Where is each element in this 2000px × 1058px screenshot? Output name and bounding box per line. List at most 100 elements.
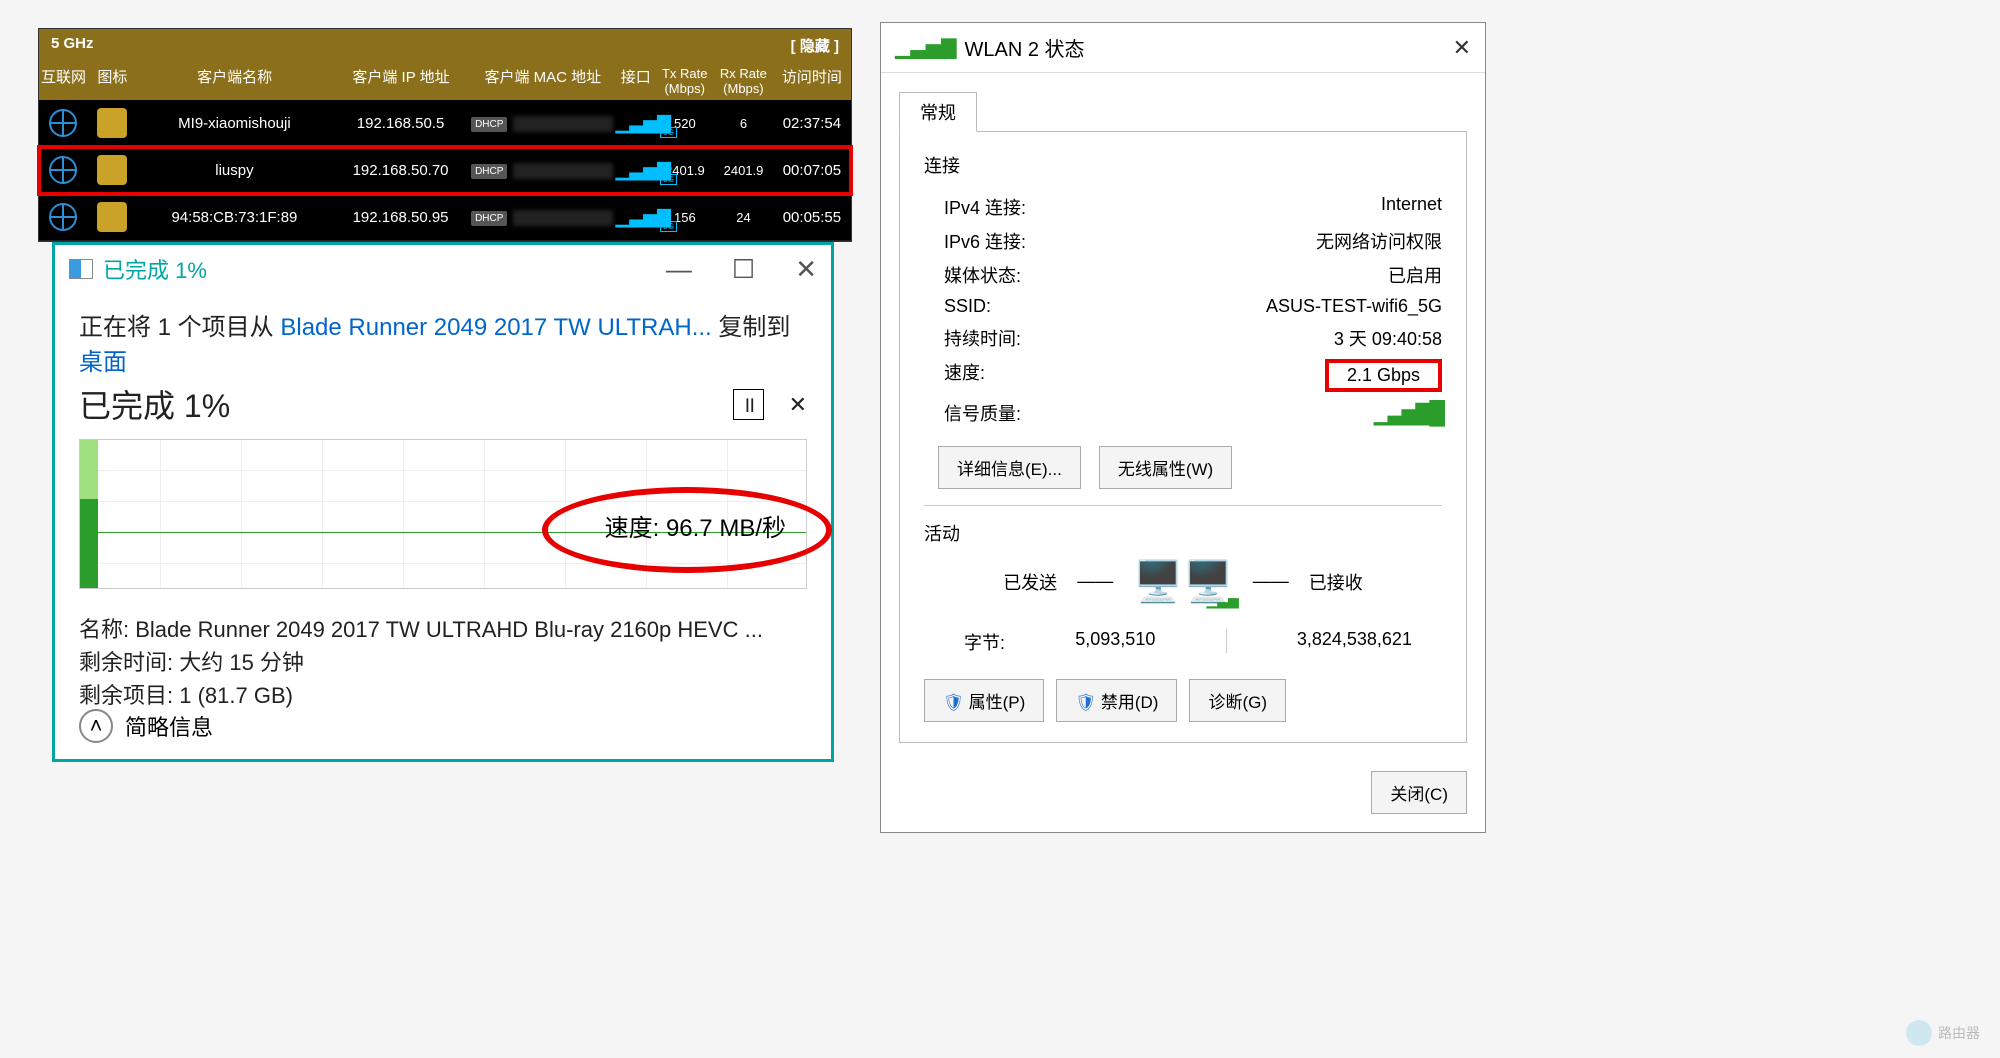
time-value: 大约 15 分钟 bbox=[179, 650, 304, 675]
items-label: 剩余项目: bbox=[79, 683, 179, 708]
chevron-up-icon: ˄ bbox=[79, 709, 113, 743]
recv-label: 已接收 bbox=[1309, 569, 1363, 595]
signal-icon: ▁▃▅▇5G bbox=[616, 113, 671, 134]
name-label: 名称: bbox=[79, 617, 135, 642]
ipv6-value: 无网络访问权限 bbox=[1316, 228, 1442, 254]
device-icon bbox=[97, 155, 127, 185]
client-name: MI9-xiaomishouji bbox=[137, 115, 332, 132]
duration-value: 3 天 09:40:58 bbox=[1334, 325, 1442, 351]
shield-icon: 🛡 bbox=[1075, 693, 1097, 712]
disable-button[interactable]: 🛡禁用(D) bbox=[1056, 679, 1177, 722]
disable-label: 禁用(D) bbox=[1101, 693, 1159, 712]
watermark-icon bbox=[1906, 1020, 1932, 1046]
divider bbox=[924, 505, 1442, 506]
brief-info-toggle[interactable]: 简略信息 bbox=[125, 710, 213, 742]
rx-rate: 2401.9 bbox=[714, 163, 773, 178]
ipv4-label: IPv4 连接: bbox=[944, 194, 1026, 220]
col-tx: Tx Rate (Mbps) bbox=[655, 66, 714, 96]
wlan-status-dialog: ▁▃▅▇ WLAN 2 状态 ✕ 常规 连接 IPv4 连接:Internet … bbox=[880, 22, 1486, 833]
speed-label: 速度: bbox=[944, 359, 985, 392]
pause-button[interactable]: ॥ bbox=[733, 389, 764, 420]
table-row[interactable]: MI9-xiaomishouji192.168.50.5DHCP▁▃▅▇5G52… bbox=[39, 100, 851, 147]
ipv4-value: Internet bbox=[1381, 194, 1442, 220]
signal-label: 信号质量: bbox=[944, 400, 1021, 426]
signal-icon: ▁▃▅▇5G bbox=[616, 160, 671, 181]
properties-button[interactable]: 🛡属性(P) bbox=[924, 679, 1044, 722]
hide-toggle[interactable]: [ 隐藏 ] bbox=[791, 35, 839, 56]
wlan-title: WLAN 2 状态 bbox=[965, 33, 1085, 62]
ssid-label: SSID: bbox=[944, 296, 991, 317]
close-dialog-button[interactable]: 关闭(C) bbox=[1371, 771, 1467, 814]
media-label: 媒体状态: bbox=[944, 262, 1021, 288]
props-label: 属性(P) bbox=[969, 693, 1026, 712]
activity-section: 活动 bbox=[924, 520, 1442, 546]
client-ip: 192.168.50.5 bbox=[332, 115, 469, 132]
media-value: 已启用 bbox=[1388, 262, 1442, 288]
device-icon bbox=[97, 202, 127, 232]
time-label: 剩余时间: bbox=[79, 650, 179, 675]
maximize-button[interactable]: ☐ bbox=[732, 254, 755, 285]
globe-icon bbox=[49, 156, 77, 184]
signal-bars-icon: ▁▃▅▇█ bbox=[1374, 400, 1442, 426]
router-client-panel: 5 GHz [ 隐藏 ] 互联网 图标 客户端名称 客户端 IP 地址 客户端 … bbox=[38, 28, 852, 242]
items-value: 1 (81.7 GB) bbox=[179, 683, 293, 708]
col-intf: 接口 bbox=[616, 66, 655, 96]
signal-icon: ▁▃▅▇5G bbox=[616, 207, 671, 228]
wlan-close-button[interactable]: ✕ bbox=[1453, 35, 1471, 61]
copy-progress-text: 已完成 1% bbox=[79, 381, 230, 427]
globe-icon bbox=[49, 109, 77, 137]
speed-highlight-annotation bbox=[542, 487, 832, 573]
general-tab[interactable]: 常规 bbox=[899, 92, 977, 132]
client-mac: DHCP bbox=[469, 114, 616, 131]
bytes-separator bbox=[1226, 629, 1227, 653]
computers-icon: 🖥️🖥️▁▃▅ bbox=[1133, 558, 1233, 605]
table-row[interactable]: liuspy192.168.50.70DHCP▁▃▅▇5G2401.92401.… bbox=[39, 147, 851, 194]
diagnose-button[interactable]: 诊断(G) bbox=[1189, 679, 1286, 722]
globe-icon bbox=[49, 203, 77, 231]
copy-footer[interactable]: ˄ 简略信息 bbox=[79, 709, 213, 743]
client-mac: DHCP bbox=[469, 208, 616, 225]
dash-icon: —— bbox=[1077, 571, 1113, 592]
col-name: 客户端名称 bbox=[137, 66, 333, 96]
col-mac: 客户端 MAC 地址 bbox=[469, 66, 616, 96]
watermark: 路由器 bbox=[1906, 1020, 1980, 1046]
wifi-icon: ▁▃▅▇ bbox=[895, 35, 957, 60]
dash-icon: —— bbox=[1253, 571, 1289, 592]
ssid-value: ASUS-TEST-wifi6_5G bbox=[1266, 296, 1442, 317]
file-copy-dialog: 已完成 1% — ☐ ✕ 正在将 1 个项目从 Blade Runner 204… bbox=[52, 242, 834, 762]
duration-label: 持续时间: bbox=[944, 325, 1021, 351]
rx-rate: 24 bbox=[714, 210, 773, 225]
client-name: liuspy bbox=[137, 162, 332, 179]
cancel-button[interactable]: ✕ bbox=[789, 392, 807, 417]
watermark-text: 路由器 bbox=[1938, 1023, 1980, 1043]
access-time: 00:07:05 bbox=[773, 162, 851, 179]
ipv6-label: IPv6 连接: bbox=[944, 228, 1026, 254]
close-button[interactable]: ✕ bbox=[795, 254, 817, 285]
col-ip: 客户端 IP 地址 bbox=[333, 66, 470, 96]
copy-source-link[interactable]: Blade Runner 2049 2017 TW ULTRAH... bbox=[280, 314, 711, 341]
access-time: 00:05:55 bbox=[773, 209, 851, 226]
graph-progress-bar bbox=[80, 440, 98, 588]
col-icon: 图标 bbox=[88, 66, 137, 96]
copy-titlebar: 已完成 1% — ☐ ✕ bbox=[55, 245, 831, 293]
minimize-button[interactable]: — bbox=[666, 254, 692, 285]
router-table-header: 互联网 图标 客户端名称 客户端 IP 地址 客户端 MAC 地址 接口 Tx … bbox=[39, 62, 851, 100]
client-mac: DHCP bbox=[469, 161, 616, 178]
col-time: 访问时间 bbox=[773, 66, 851, 96]
router-band-header: 5 GHz [ 隐藏 ] bbox=[39, 29, 851, 62]
col-rx: Rx Rate (Mbps) bbox=[714, 66, 773, 96]
wlan-titlebar: ▁▃▅▇ WLAN 2 状态 ✕ bbox=[881, 23, 1485, 73]
speed-value-highlighted: 2.1 Gbps bbox=[1325, 359, 1442, 392]
wireless-props-button[interactable]: 无线属性(W) bbox=[1099, 446, 1232, 489]
shield-icon: 🛡 bbox=[943, 693, 965, 712]
copy-speed-graph: 速度: 96.7 MB/秒 bbox=[79, 439, 807, 589]
copy-mid: 复制到 bbox=[712, 314, 791, 341]
copy-dest-link[interactable]: 桌面 bbox=[79, 349, 127, 376]
name-value: Blade Runner 2049 2017 TW ULTRAHD Blu-ra… bbox=[135, 617, 763, 642]
table-row[interactable]: 94:58:CB:73:1F:89192.168.50.95DHCP▁▃▅▇5G… bbox=[39, 194, 851, 241]
bytes-sent-value: 5,093,510 bbox=[1075, 629, 1155, 655]
bytes-recv-value: 3,824,538,621 bbox=[1297, 629, 1412, 655]
details-button[interactable]: 详细信息(E)... bbox=[938, 446, 1081, 489]
copy-icon bbox=[69, 259, 93, 279]
client-name: 94:58:CB:73:1F:89 bbox=[137, 209, 332, 226]
